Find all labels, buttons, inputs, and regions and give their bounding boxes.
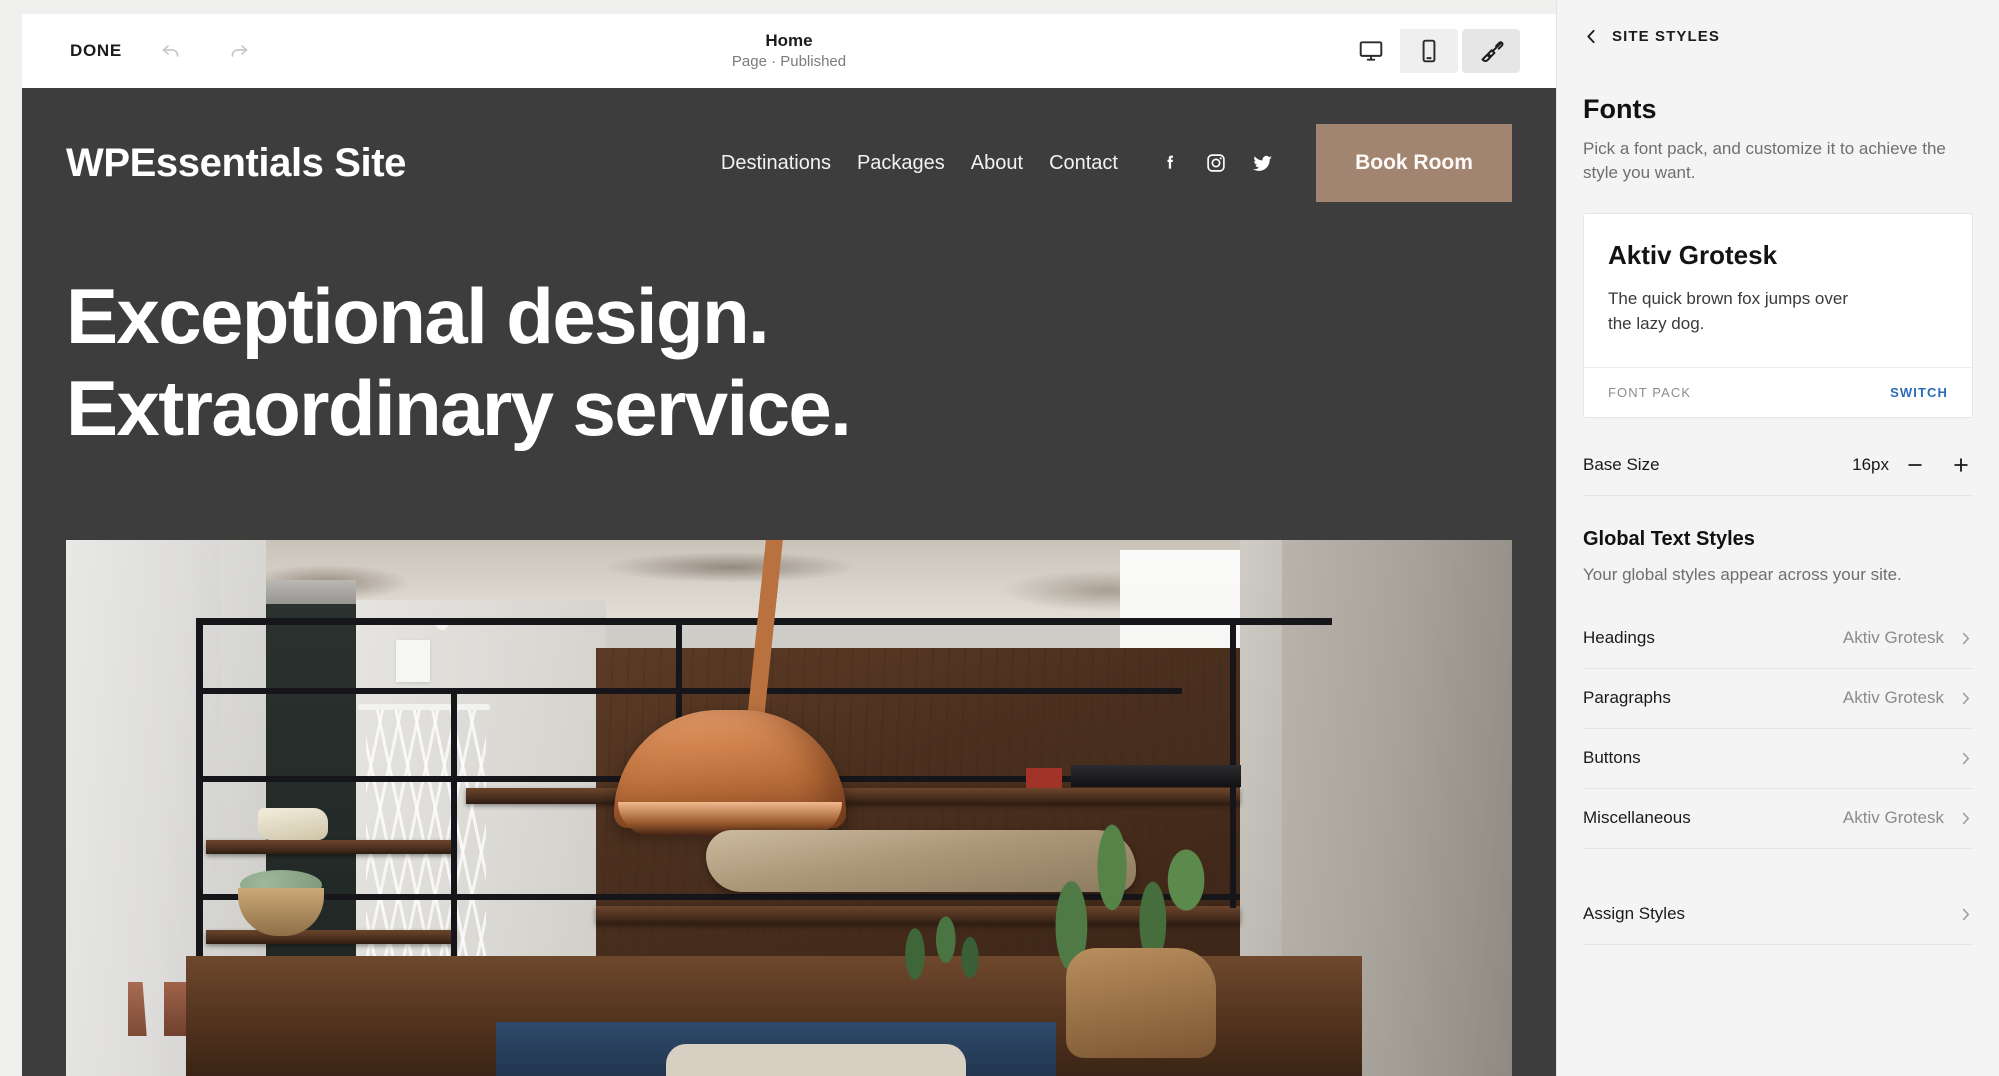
redo-icon[interactable] xyxy=(220,32,258,70)
global-text-styles-list: Headings Aktiv Grotesk Paragraphs Aktiv … xyxy=(1583,609,1973,849)
site-preview-canvas[interactable]: WPEssentials Site Destinations Packages … xyxy=(22,88,1556,1076)
font-pack-switch-button[interactable]: SWITCH xyxy=(1890,385,1948,400)
style-row-label: Paragraphs xyxy=(1583,688,1671,708)
hero-copy: Exceptional design. Extraordinary servic… xyxy=(22,238,1556,454)
style-row-label: Buttons xyxy=(1583,748,1641,768)
style-row-buttons[interactable]: Buttons xyxy=(1583,729,1973,789)
photo-red-book xyxy=(1026,768,1062,788)
photo-books xyxy=(1071,765,1241,787)
style-row-headings[interactable]: Headings Aktiv Grotesk xyxy=(1583,609,1973,669)
font-pack-label: FONT PACK xyxy=(1608,384,1692,400)
photo-shelf-board xyxy=(206,930,456,944)
instagram-icon[interactable] xyxy=(1204,151,1228,175)
font-pack-name: Aktiv Grotesk xyxy=(1608,240,1778,271)
font-pack-footer: FONT PACK SWITCH xyxy=(1584,366,1972,417)
base-size-stepper xyxy=(1903,453,1973,477)
photo-shelf-board xyxy=(206,840,456,854)
page-status: Page · Published xyxy=(731,52,847,70)
minus-icon[interactable] xyxy=(1903,453,1927,477)
chevron-right-icon xyxy=(1958,631,1973,646)
mobile-icon[interactable] xyxy=(1400,29,1458,73)
font-pack-card[interactable]: Aktiv Grotesk The quick brown fox jumps … xyxy=(1583,213,1973,418)
nav-link-destinations[interactable]: Destinations xyxy=(721,152,831,175)
photo-wall-frame xyxy=(396,640,430,682)
site-editor-app: DONE Home Page · Published WPEssentials … xyxy=(0,0,1999,1076)
photo-vase xyxy=(1066,948,1216,1058)
paintbrush-icon[interactable] xyxy=(1462,29,1520,73)
photo-sofa-cushion xyxy=(666,1044,966,1076)
editor-pane: DONE Home Page · Published WPEssentials … xyxy=(0,0,1556,1076)
photo-shelf-frame xyxy=(196,618,203,966)
global-text-styles-title: Global Text Styles xyxy=(1583,527,1755,550)
base-size-value: 16px xyxy=(1852,455,1889,475)
photo-small-plant xyxy=(882,900,992,990)
photo-shelf-frame xyxy=(196,688,1182,694)
hero-headline-line-2[interactable]: Extraordinary service. xyxy=(66,362,1512,454)
style-row-label: Miscellaneous xyxy=(1583,808,1691,828)
font-pack-pangram: The quick brown fox jumps over the lazy … xyxy=(1608,289,1848,333)
chevron-left-icon xyxy=(1583,28,1600,45)
device-toggle-group xyxy=(1342,29,1458,73)
style-row-label: Headings xyxy=(1583,628,1655,648)
photo-shelf-frame xyxy=(1230,618,1236,908)
book-room-button[interactable]: Book Room xyxy=(1316,124,1512,202)
global-text-styles-description: Your global styles appear across your si… xyxy=(1583,564,1902,584)
chevron-right-icon xyxy=(1958,691,1973,706)
base-size-controls: 16px xyxy=(1852,453,1973,477)
style-row-right: Aktiv Grotesk xyxy=(1843,808,1973,828)
done-button[interactable]: DONE xyxy=(70,41,122,61)
style-row-right xyxy=(1944,751,1973,766)
style-row-paragraphs[interactable]: Paragraphs Aktiv Grotesk xyxy=(1583,669,1973,729)
plus-icon[interactable] xyxy=(1949,453,1973,477)
style-row-right: Aktiv Grotesk xyxy=(1843,628,1973,648)
assign-styles-label: Assign Styles xyxy=(1583,904,1686,924)
style-row-value: Aktiv Grotesk xyxy=(1842,628,1944,648)
style-row-value: Aktiv Grotesk xyxy=(1842,808,1944,828)
photo-shoes xyxy=(164,982,186,1036)
site-styles-panel: SITE STYLES Fonts Pick a font pack, and … xyxy=(1556,0,1999,1076)
hero-interior-photo[interactable] xyxy=(66,540,1512,1076)
style-row-miscellaneous[interactable]: Miscellaneous Aktiv Grotesk xyxy=(1583,789,1973,849)
site-header: WPEssentials Site Destinations Packages … xyxy=(22,88,1556,238)
chevron-right-icon xyxy=(1958,751,1973,766)
site-brand[interactable]: WPEssentials Site xyxy=(66,141,406,186)
fonts-section-description: Pick a font pack, and customize it to ac… xyxy=(1583,139,1946,183)
panel-body: Fonts Pick a font pack, and customize it… xyxy=(1557,94,1999,971)
chevron-right-icon xyxy=(1958,907,1973,922)
undo-icon[interactable] xyxy=(152,32,190,70)
toolbar-right-group xyxy=(1342,29,1556,73)
style-row-value: Aktiv Grotesk xyxy=(1842,688,1944,708)
nav-link-contact[interactable]: Contact xyxy=(1049,152,1118,175)
photo-cushion xyxy=(258,808,328,840)
nav-link-packages[interactable]: Packages xyxy=(857,152,945,175)
base-size-label: Base Size xyxy=(1583,455,1660,475)
social-links xyxy=(1158,151,1274,175)
chevron-right-icon xyxy=(1958,811,1973,826)
twitter-icon[interactable] xyxy=(1250,151,1274,175)
photo-shelf-frame xyxy=(451,688,457,966)
hero-headline-line-1[interactable]: Exceptional design. xyxy=(66,270,1512,362)
cut-off-row[interactable] xyxy=(1583,945,1973,971)
page-title: Home xyxy=(765,31,813,51)
facebook-icon[interactable] xyxy=(1158,151,1182,175)
panel-back-button[interactable]: SITE STYLES xyxy=(1557,0,1999,72)
fonts-section-title: Fonts xyxy=(1583,94,1657,124)
font-pack-preview: Aktiv Grotesk The quick brown fox jumps … xyxy=(1584,214,1972,366)
site-nav: Destinations Packages About Contact Book… xyxy=(721,124,1512,202)
assign-styles-row[interactable]: Assign Styles xyxy=(1583,885,1973,945)
toolbar-left-group: DONE xyxy=(22,32,258,70)
editor-toolbar: DONE Home Page · Published xyxy=(22,14,1556,88)
nav-links: Destinations Packages About Contact xyxy=(721,152,1118,175)
assign-styles-right xyxy=(1958,907,1973,922)
panel-back-label: SITE STYLES xyxy=(1612,27,1720,45)
style-row-right: Aktiv Grotesk xyxy=(1843,688,1973,708)
nav-link-about[interactable]: About xyxy=(971,152,1023,175)
desktop-icon[interactable] xyxy=(1342,29,1400,73)
base-size-row: Base Size 16px xyxy=(1583,436,1973,496)
